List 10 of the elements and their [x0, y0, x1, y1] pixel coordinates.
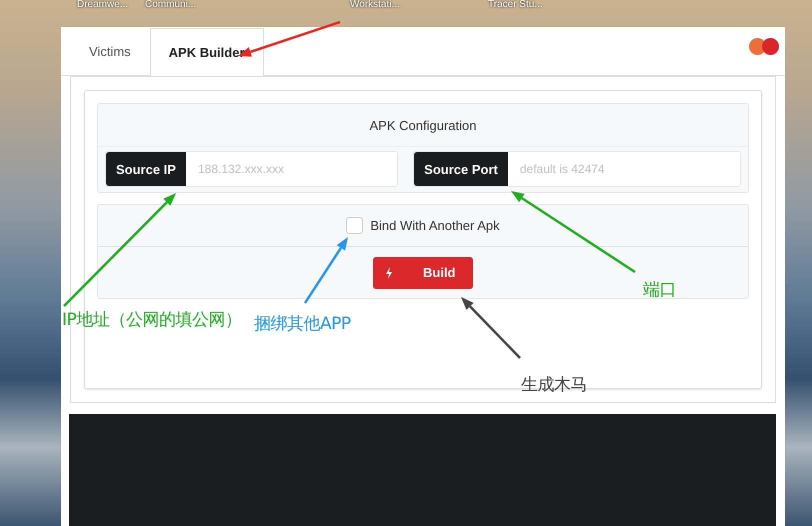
- tab[interactable]: APK Builder: [150, 28, 264, 76]
- annotation-text: 端口: [643, 279, 676, 301]
- section-title: APK Configuration: [370, 118, 476, 132]
- annotation-text: IP地址（公网的填公网）: [62, 309, 242, 331]
- annotation-text: 捆绑其他APP: [254, 313, 351, 335]
- annotation-text: 生成木马: [521, 374, 587, 396]
- build-button[interactable]: Build: [373, 256, 473, 288]
- input-field[interactable]: Source IP 188.132.xxx.xxx: [105, 151, 398, 187]
- checkbox-label: Bind With Another Apk: [370, 218, 500, 233]
- input-field[interactable]: Source Port default is 42474: [413, 151, 741, 187]
